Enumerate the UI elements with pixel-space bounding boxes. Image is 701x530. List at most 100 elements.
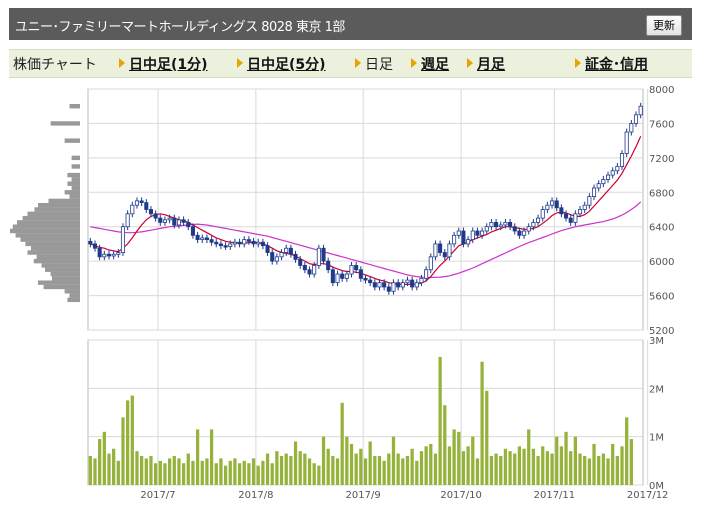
arrow-right-icon: [411, 58, 417, 68]
candle-body: [447, 243, 452, 258]
tab-monthly[interactable]: 月足: [467, 54, 505, 74]
volume-bar: [368, 441, 372, 485]
candle-body: [256, 241, 261, 245]
volume-bar: [387, 453, 391, 485]
volume-bar: [480, 361, 484, 485]
volume-bar: [382, 460, 386, 485]
volume-bar: [531, 448, 536, 485]
tab-label: 週足: [421, 57, 449, 73]
volume-bar: [340, 402, 344, 485]
candle-body: [167, 217, 172, 221]
volume-bar: [564, 431, 568, 485]
volume-tick-label: 2M: [649, 384, 664, 395]
tab-weekly[interactable]: 週足: [411, 54, 449, 74]
candle-body: [424, 269, 429, 279]
price-profile-bar: [31, 246, 80, 251]
volume-bar: [363, 458, 368, 485]
volume-bar: [177, 458, 181, 485]
volume-bar: [331, 456, 335, 485]
price-profile-bar: [71, 164, 80, 169]
candle-body: [228, 243, 233, 247]
volume-bar: [247, 463, 251, 485]
volume-bar: [321, 436, 326, 485]
volume-bar: [153, 463, 158, 485]
candle-body: [344, 273, 349, 279]
price-profile-bar: [67, 172, 80, 178]
volume-bar: [116, 460, 120, 485]
volume-bar: [508, 451, 512, 485]
date-tick-label: 2017/10: [440, 490, 482, 501]
candle-body: [550, 200, 555, 206]
volume-bar: [559, 446, 564, 485]
candle-body: [522, 230, 527, 236]
volume-bar: [405, 456, 410, 485]
arrow-right-icon: [119, 58, 125, 68]
candle-body: [200, 237, 205, 241]
volume-bar: [522, 448, 526, 485]
volume-bar: [149, 456, 153, 485]
refresh-button[interactable]: 更新: [646, 15, 682, 36]
volume-bar: [219, 458, 223, 485]
volume-bar: [620, 446, 624, 485]
volume-bar: [195, 429, 200, 485]
volume-bar: [293, 441, 298, 485]
volume-bar: [517, 446, 522, 485]
volume-bar: [126, 400, 130, 485]
candle-body: [284, 247, 289, 253]
candle-body: [405, 279, 410, 284]
volume-bar: [601, 453, 605, 485]
volume-bar: [326, 448, 330, 485]
candle-body: [428, 256, 433, 271]
volume-bar: [191, 460, 195, 485]
candle-body: [512, 226, 517, 232]
price-profile-bar: [25, 241, 80, 247]
candle-body: [545, 204, 550, 210]
candle-body: [452, 234, 457, 245]
volume-bar: [391, 436, 396, 485]
candle-body: [591, 187, 597, 197]
candle-body: [237, 241, 242, 245]
candle-body: [368, 279, 373, 284]
price-profile-bar: [15, 233, 81, 238]
date-tick-label: 2017/7: [140, 490, 175, 501]
price-profile-bar: [50, 271, 80, 277]
tab-margin-credit[interactable]: 証金･信用: [575, 54, 648, 74]
arrow-right-icon: [237, 58, 243, 68]
volume-bar: [261, 460, 265, 485]
volume-bar: [140, 456, 144, 485]
volume-bar: [452, 429, 456, 485]
candle-body: [372, 282, 377, 288]
volume-bar: [251, 458, 256, 485]
tab-label: 月足: [477, 57, 505, 73]
candle-body: [508, 222, 513, 228]
candle-body: [629, 123, 634, 133]
tab-intraday-1min[interactable]: 日中足(1分): [119, 54, 208, 74]
chart-area: 5200 5600 6000 6400 6800 7200 7600 8000 0M 1M 2M 3M…: [0, 80, 701, 526]
candle-body: [92, 243, 98, 249]
price-tick-label: 6000: [649, 257, 674, 268]
candle-body: [358, 269, 363, 279]
volume-bar: [550, 453, 554, 485]
candle-body: [559, 207, 564, 215]
volume-bar: [279, 456, 284, 485]
candle-body: [536, 217, 541, 223]
candle-body: [195, 234, 200, 241]
candle-body: [274, 256, 279, 262]
tab-intraday-5min[interactable]: 日中足(5分): [237, 54, 326, 74]
candle-body: [302, 265, 307, 271]
volume-bar: [223, 465, 228, 485]
price-profile-bar: [69, 104, 80, 109]
volume-bar: [163, 463, 167, 485]
candle-body: [134, 200, 140, 206]
candle-body: [596, 183, 601, 189]
price-profile-bar: [10, 228, 80, 234]
volume-bar: [121, 417, 125, 485]
candle-body: [564, 213, 569, 219]
candle-body: [615, 166, 620, 172]
candle-body: [494, 222, 499, 228]
volume-bar: [578, 453, 582, 485]
volume-bar: [298, 451, 302, 485]
volume-bar: [349, 443, 354, 485]
volume-bar: [573, 436, 578, 485]
volume-bar: [186, 453, 190, 485]
